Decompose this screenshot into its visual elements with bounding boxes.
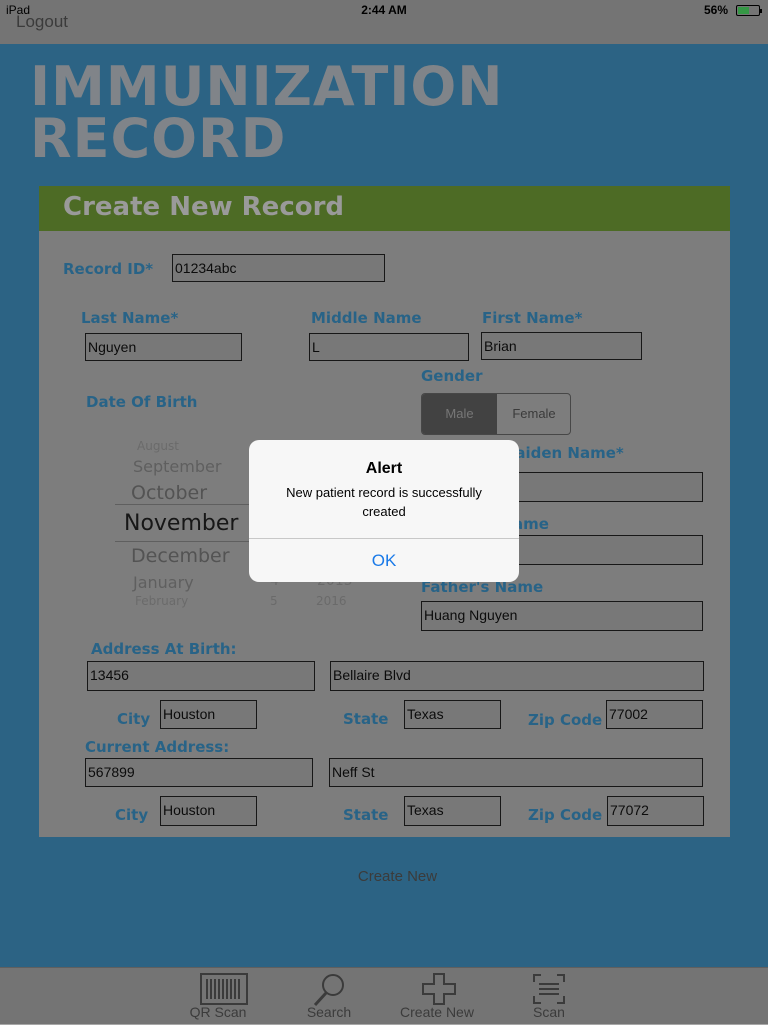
alert-dialog: Alert New patient record is successfully… — [249, 440, 519, 582]
alert-message: New patient record is successfully creat… — [286, 485, 482, 519]
alert-title: Alert — [365, 460, 403, 477]
alert-ok-button[interactable]: OK — [249, 539, 519, 582]
